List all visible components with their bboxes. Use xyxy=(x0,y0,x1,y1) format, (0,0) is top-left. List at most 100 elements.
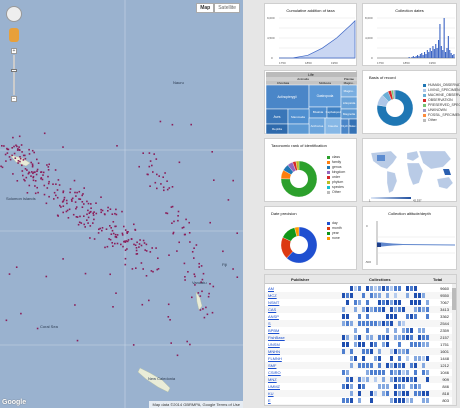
publisher-link[interactable]: AM xyxy=(268,286,274,291)
map-type-satellite-button[interactable]: Satellite xyxy=(214,3,240,13)
publisher-link[interactable]: UNSM xyxy=(268,342,280,347)
map-type-map-button[interactable]: Map xyxy=(196,3,215,13)
legend-item[interactable]: family xyxy=(327,160,345,164)
header-total[interactable]: Total xyxy=(433,277,442,282)
collection-cell xyxy=(426,405,429,406)
collection-cell xyxy=(366,307,369,312)
map-canvas[interactable] xyxy=(0,0,243,408)
publisher-link[interactable]: CAS xyxy=(268,307,276,312)
occurrence-point xyxy=(66,202,68,205)
publisher-link[interactable]: BPBM xyxy=(268,328,279,333)
occurrence-point xyxy=(222,250,224,253)
collection-cell xyxy=(382,321,385,326)
taxonomic-legend: class family genus kingdom order phylum specie… xyxy=(327,155,345,195)
legend-label: family xyxy=(332,160,342,164)
publisher-link[interactable]: ANSP xyxy=(268,314,279,319)
legend-item[interactable]: phylum xyxy=(327,180,345,184)
occurrence-point xyxy=(209,283,211,285)
date-bar xyxy=(440,46,442,58)
occurrence-point xyxy=(89,225,92,227)
map-attribution[interactable]: Map data ©2014 GBRMPA, Google Terms of U… xyxy=(149,401,243,408)
publisher-link[interactable]: UMMZ xyxy=(268,384,280,389)
publisher-link[interactable]: E xyxy=(268,398,271,403)
publisher-link[interactable]: FLMNH xyxy=(268,356,282,361)
occurrence-point xyxy=(34,180,37,182)
date-bar xyxy=(447,36,449,58)
google-logo[interactable]: Google xyxy=(2,399,26,406)
occurrence-point xyxy=(28,184,31,187)
legend-item[interactable]: day xyxy=(327,221,342,225)
occurrence-point xyxy=(45,202,48,205)
occurrence-point xyxy=(184,276,186,278)
zoom-slider-knob[interactable] xyxy=(11,69,17,72)
publisher-link[interactable]: NSMT xyxy=(268,300,279,305)
legend-item[interactable]: PRESERVED_SPECIMEN xyxy=(423,103,460,107)
legend-item[interactable]: month xyxy=(327,226,342,230)
collection-cell xyxy=(370,391,373,396)
legend-item[interactable]: none xyxy=(327,236,342,240)
publisher-link[interactable]: MNHN xyxy=(268,349,280,354)
collection-cell xyxy=(418,300,421,305)
legend-item[interactable]: LIVING_SPECIMEN xyxy=(423,88,460,92)
occurrence-point xyxy=(87,202,90,205)
collection-cell xyxy=(406,370,409,375)
collection-cell xyxy=(350,363,353,368)
pegman-icon[interactable] xyxy=(9,28,19,42)
legend-item[interactable]: UNKNOWN xyxy=(423,108,460,112)
publisher-link[interactable]: MNZ xyxy=(268,377,277,382)
legend-item[interactable]: Other xyxy=(327,190,345,194)
collection-cell xyxy=(346,314,349,319)
table-scrollbar-thumb[interactable] xyxy=(452,288,456,310)
legend-item[interactable]: genus xyxy=(327,165,345,169)
collection-cell xyxy=(386,342,389,347)
collection-cell xyxy=(418,335,421,340)
header-publisher[interactable]: Publisher xyxy=(291,277,309,282)
occurrence-point xyxy=(149,160,152,162)
publisher-link[interactable]: S xyxy=(268,321,271,326)
collection-cell xyxy=(378,293,381,298)
legend-item[interactable]: Other xyxy=(423,118,460,122)
publisher-link[interactable]: KU xyxy=(268,391,274,396)
occurrence-point xyxy=(14,157,17,159)
legend-item[interactable]: class xyxy=(327,155,345,159)
occurrence-map[interactable]: Map Satellite + − Nauru Solomon Islands … xyxy=(0,0,243,408)
legend-item[interactable]: MACHINE_OBSERVATION xyxy=(423,93,460,97)
occurrence-point xyxy=(166,212,169,215)
legend-swatch xyxy=(327,226,330,230)
taxonomy-treemap[interactable]: Life Animalia Plantae Chordata Mollusca … xyxy=(265,71,358,135)
publisher-link[interactable]: Parsons xyxy=(268,405,283,406)
occurrence-point xyxy=(21,170,24,172)
collection-cell xyxy=(358,377,361,382)
legend-item[interactable]: species xyxy=(327,185,345,189)
collection-cell xyxy=(410,335,413,340)
legend-item[interactable]: OBSERVATION xyxy=(423,98,460,102)
occurrence-point xyxy=(33,171,35,174)
legend-item[interactable]: FOSSIL_SPECIMEN xyxy=(423,113,460,117)
table-scrollbar[interactable] xyxy=(452,284,456,405)
publisher-link[interactable]: FishBase xyxy=(268,335,285,340)
publisher-link[interactable]: SMF xyxy=(268,363,276,368)
occurrence-point xyxy=(43,184,46,187)
date-precision-donut[interactable] xyxy=(265,207,358,271)
collection-cell xyxy=(350,286,353,291)
occurrence-point xyxy=(205,306,207,309)
world-distribution-map[interactable]: 1 42,537 xyxy=(363,139,458,203)
occurrence-point xyxy=(71,197,74,200)
legend-item[interactable]: HUMAN_OBSERVATION xyxy=(423,83,460,87)
pan-control-icon[interactable] xyxy=(6,6,22,22)
publisher-link[interactable]: MCZ xyxy=(268,293,277,298)
legend-item[interactable]: year xyxy=(327,231,342,235)
legend-item[interactable]: order xyxy=(327,175,345,179)
publisher-link[interactable]: CSIRO xyxy=(268,370,281,375)
occurrence-point xyxy=(24,154,26,157)
legend-swatch xyxy=(423,98,426,102)
zoom-in-button[interactable]: + xyxy=(11,48,17,54)
occurrence-point xyxy=(25,176,28,179)
occurrence-point xyxy=(127,239,130,241)
header-collections[interactable]: Collections xyxy=(369,277,391,282)
occurrence-point xyxy=(5,319,8,322)
collection-cell xyxy=(414,377,417,382)
zoom-slider[interactable] xyxy=(11,55,17,95)
legend-item[interactable]: kingdom xyxy=(327,170,345,174)
zoom-out-button[interactable]: − xyxy=(11,96,17,102)
